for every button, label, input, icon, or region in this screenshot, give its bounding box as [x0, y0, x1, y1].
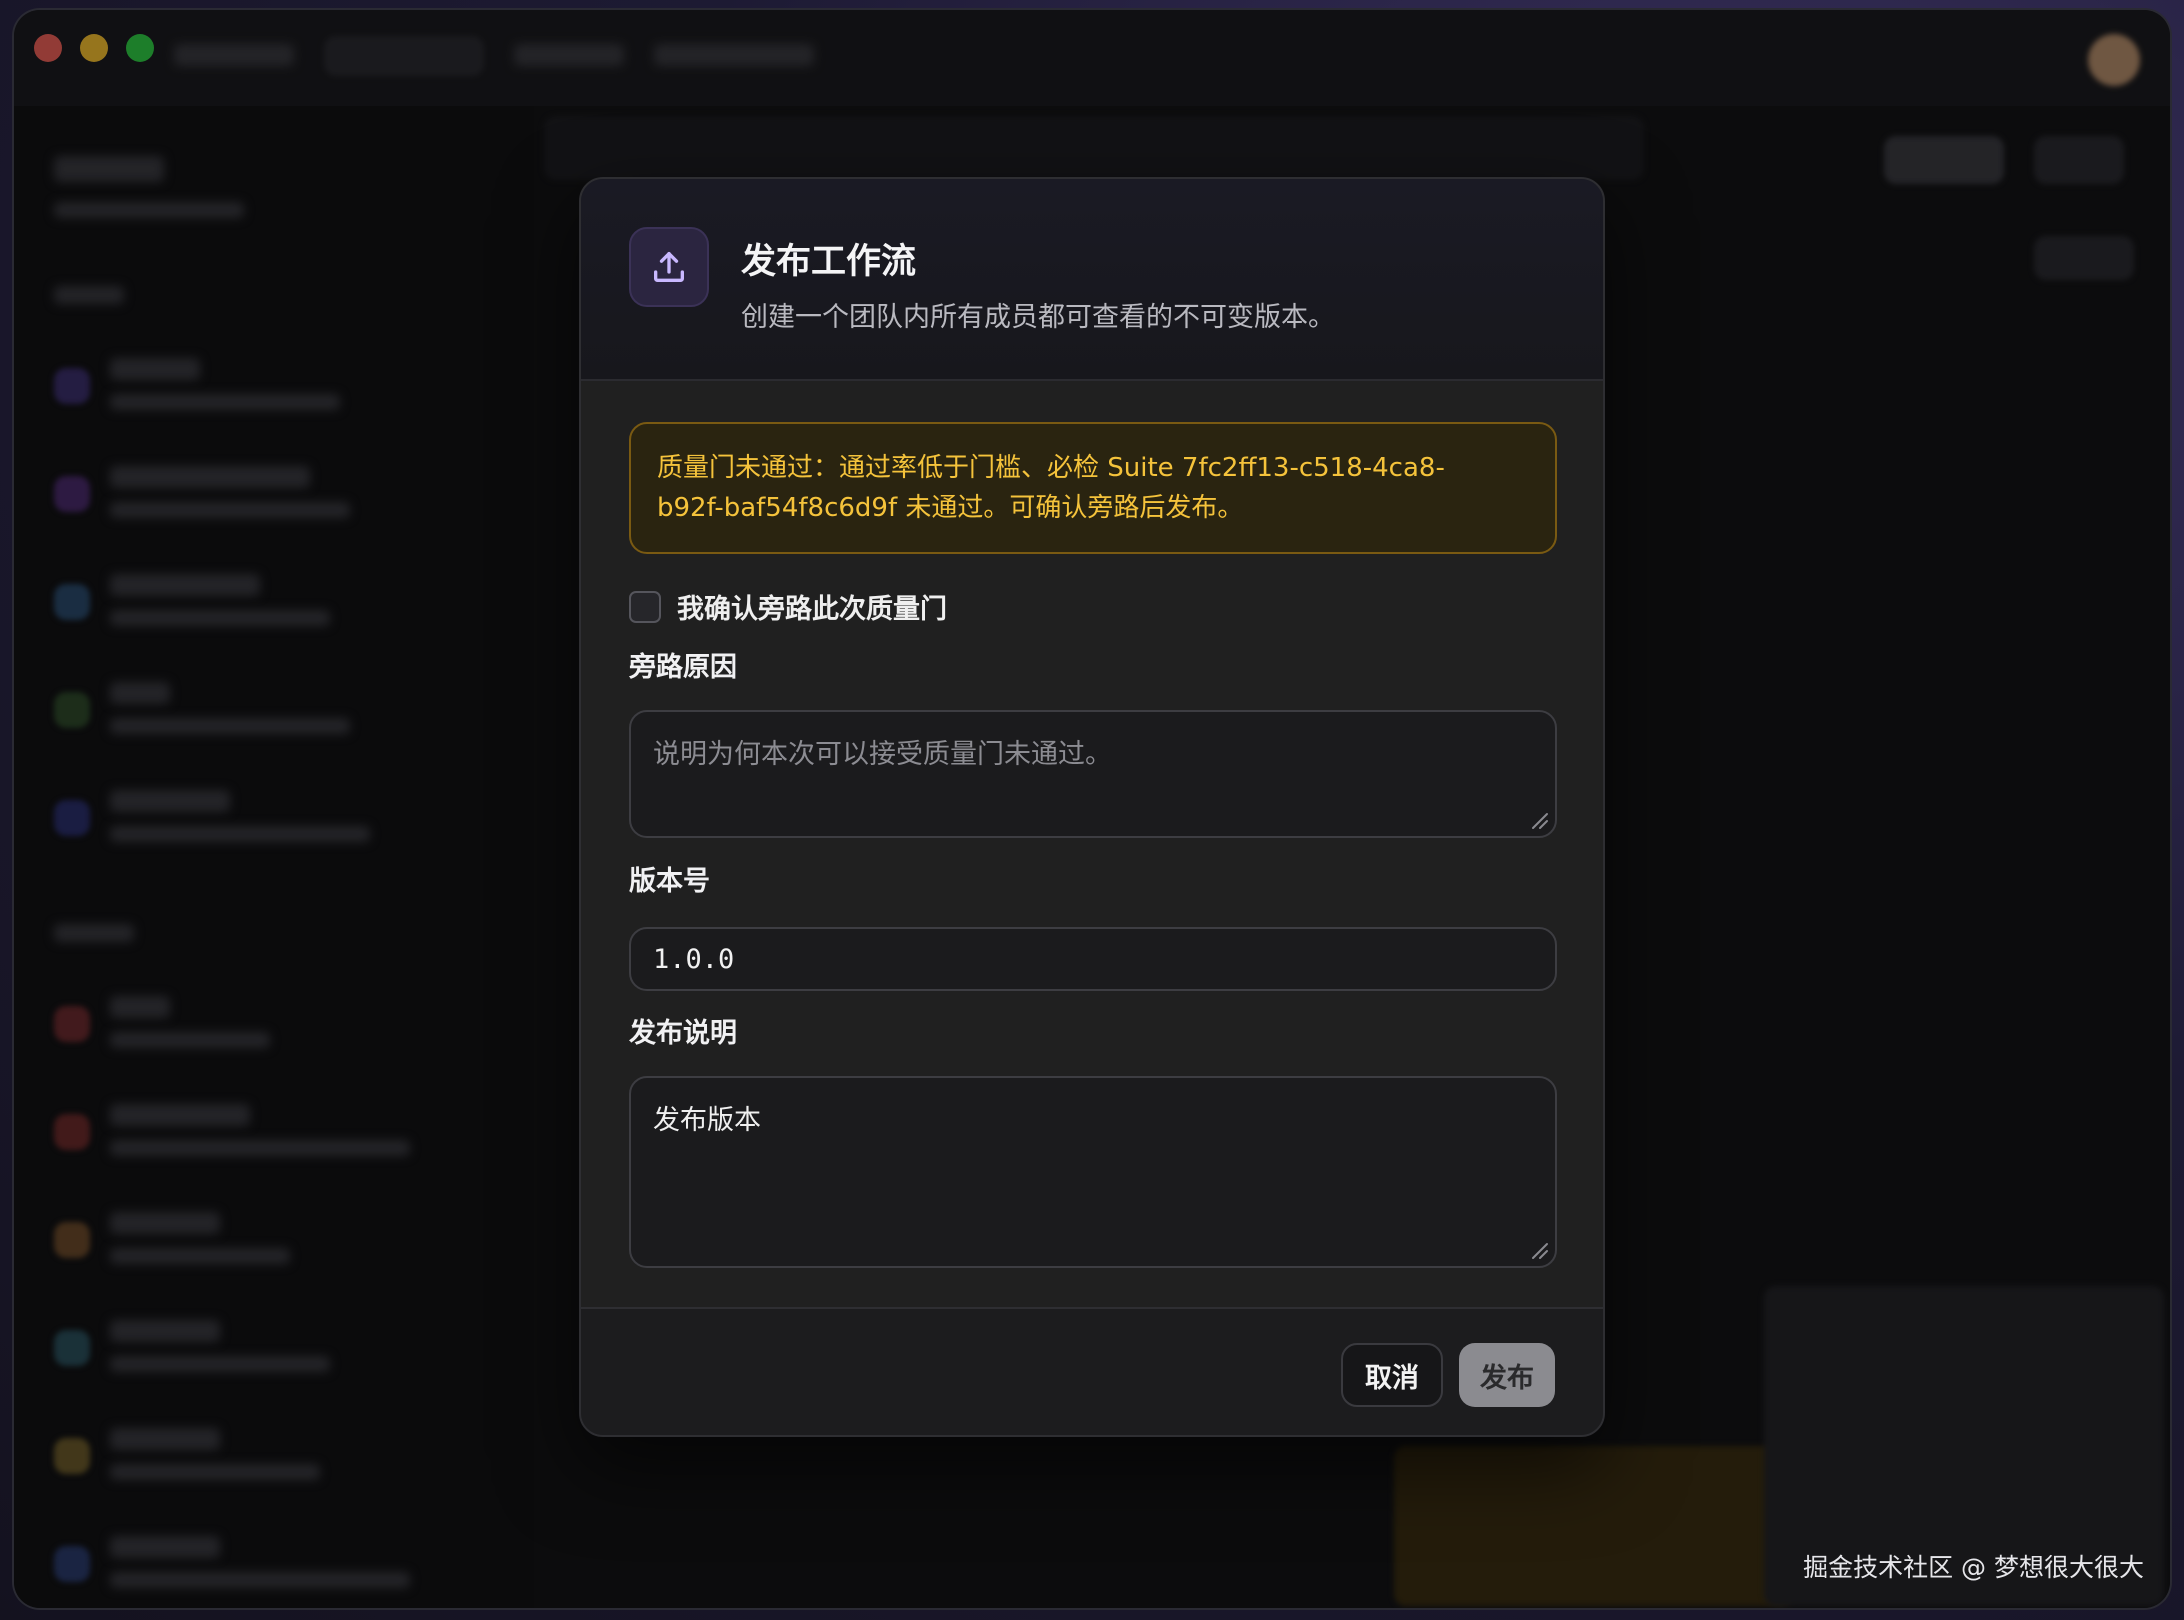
cancel-button[interactable]: 取消 — [1341, 1343, 1443, 1407]
release-notes-label: 发布说明 — [629, 1018, 737, 1049]
bypass-confirm-checkbox[interactable] — [629, 591, 661, 623]
warning-line: b92f-baf54f8c6d9f 未通过。可确认旁路后发布。 — [657, 493, 1244, 523]
version-label: 版本号 — [629, 866, 710, 897]
dialog-header: 发布工作流 创建一个团队内所有成员都可查看的不可变版本。 — [581, 179, 1603, 381]
warning-line: 质量门未通过：通过率低于门槛、必检 Suite 7fc2ff13-c518-4c… — [657, 453, 1445, 483]
bypass-reason-textarea[interactable]: 说明为何本次可以接受质量门未通过。 — [629, 710, 1557, 838]
version-input[interactable]: 1.0.0 — [629, 927, 1557, 991]
upload-icon — [629, 227, 709, 307]
bypass-confirm-label[interactable]: 我确认旁路此次质量门 — [677, 587, 947, 626]
publish-workflow-dialog: 发布工作流 创建一个团队内所有成员都可查看的不可变版本。 质量门未通过：通过率低… — [579, 177, 1605, 1437]
bypass-reason-placeholder: 说明为何本次可以接受质量门未通过。 — [653, 739, 1112, 770]
quality-gate-warning: 质量门未通过：通过率低于门槛、必检 Suite 7fc2ff13-c518-4c… — [629, 422, 1557, 554]
publish-button[interactable]: 发布 — [1459, 1343, 1555, 1407]
resize-handle-icon[interactable] — [1527, 808, 1549, 830]
watermark: 掘金技术社区 @ 梦想很大很大 — [1803, 1553, 2144, 1582]
bypass-confirm-row[interactable]: 我确认旁路此次质量门 — [629, 585, 1229, 627]
dialog-subtitle: 创建一个团队内所有成员都可查看的不可变版本。 — [741, 302, 1335, 333]
resize-handle-icon[interactable] — [1527, 1238, 1549, 1260]
release-notes-textarea[interactable]: 发布版本 — [629, 1076, 1557, 1268]
dialog-footer: 取消 发布 — [581, 1307, 1603, 1435]
version-value: 1.0.0 — [653, 943, 735, 975]
release-notes-value: 发布版本 — [653, 1105, 761, 1136]
dialog-title: 发布工作流 — [741, 242, 917, 282]
bypass-reason-label: 旁路原因 — [629, 652, 737, 683]
